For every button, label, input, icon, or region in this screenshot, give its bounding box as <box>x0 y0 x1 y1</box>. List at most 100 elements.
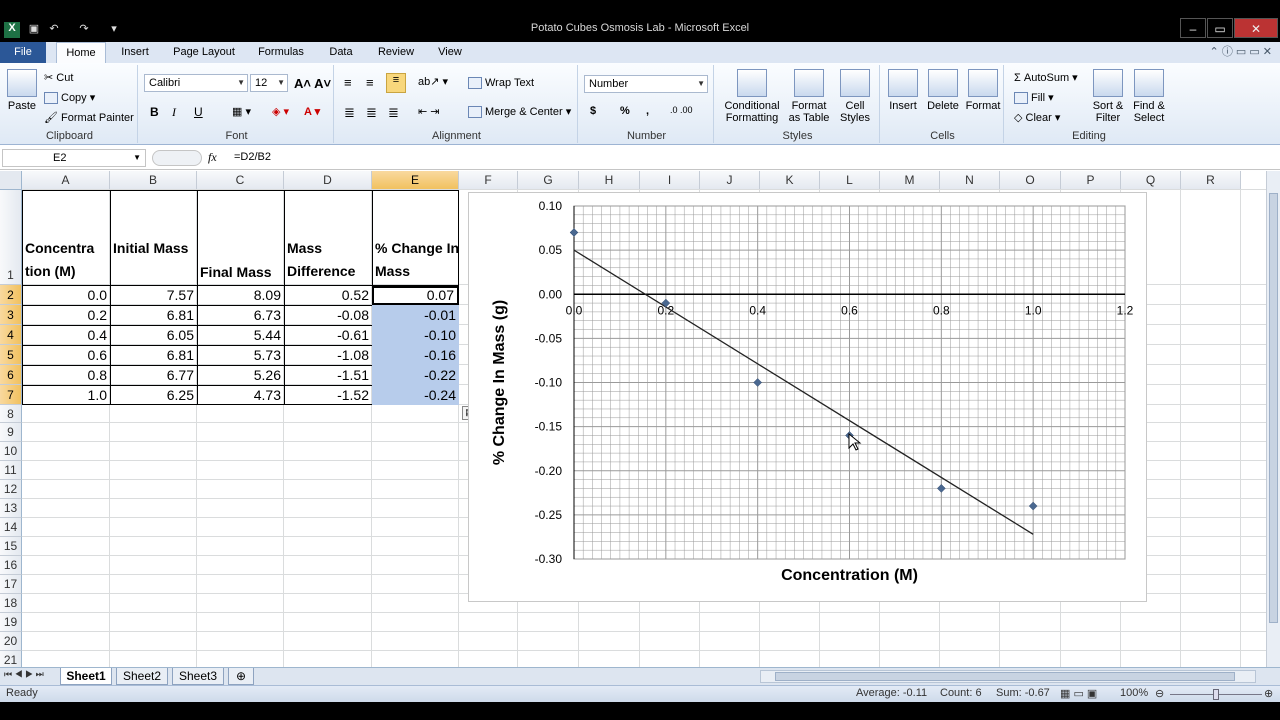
column-header-a[interactable]: A <box>22 171 110 190</box>
underline-button[interactable]: U <box>194 105 203 119</box>
align-bottom-icon[interactable]: ≡ <box>386 73 406 93</box>
sheet-tab-1[interactable]: Sheet1 <box>60 668 112 685</box>
maximize-button[interactable]: ▭ <box>1207 18 1233 38</box>
orientation-icon[interactable]: ab↗ ▾ <box>418 75 448 88</box>
row-header-15[interactable]: 15 <box>0 537 22 556</box>
format-painter-button[interactable]: 🖌 Format Painter <box>44 111 134 124</box>
data-cell[interactable]: 6.73 <box>197 306 284 325</box>
column-header-d[interactable]: D <box>284 171 372 190</box>
data-cell[interactable]: -0.16 <box>372 346 459 365</box>
column-header-m[interactable]: M <box>880 171 940 190</box>
data-cell[interactable]: 6.77 <box>110 366 197 385</box>
row-header-5[interactable]: 5 <box>0 345 22 365</box>
percent-button[interactable]: % <box>620 105 630 117</box>
data-cell[interactable]: 6.81 <box>110 306 197 325</box>
cut-button[interactable]: ✂ Cut <box>44 71 73 84</box>
row-header-21[interactable]: 21 <box>0 651 22 667</box>
format-as-table-button[interactable]: Format as Table <box>786 69 832 124</box>
bold-button[interactable]: B <box>150 105 159 119</box>
column-header-l[interactable]: L <box>820 171 880 190</box>
insert-cells-button[interactable]: Insert <box>884 69 922 112</box>
row-header-14[interactable]: 14 <box>0 518 22 537</box>
row-header-11[interactable]: 11 <box>0 461 22 480</box>
column-header-n[interactable]: N <box>940 171 1000 190</box>
column-header-j[interactable]: J <box>700 171 760 190</box>
zoom-in-icon[interactable]: ⊕ <box>1264 687 1273 700</box>
zoom-out-icon[interactable]: ⊖ <box>1155 687 1164 700</box>
row-header-18[interactable]: 18 <box>0 594 22 613</box>
font-color-icon[interactable]: A ▾ <box>304 105 320 118</box>
data-cell[interactable]: 5.26 <box>197 366 284 385</box>
sheet-tab-3[interactable]: Sheet3 <box>172 668 224 685</box>
wrap-text-button[interactable]: Wrap Text <box>468 77 534 90</box>
grow-font-button[interactable]: A˄ A˅ <box>294 76 331 91</box>
tab-insert[interactable]: Insert <box>114 42 156 63</box>
row-header-13[interactable]: 13 <box>0 499 22 518</box>
data-cell[interactable]: 5.73 <box>197 346 284 365</box>
tab-file[interactable]: File <box>0 42 46 63</box>
header-cell-d[interactable]: Mass Difference <box>284 237 372 284</box>
row-header-3[interactable]: 3 <box>0 305 22 325</box>
data-cell[interactable]: 7.57 <box>110 286 197 305</box>
header-cell-e[interactable]: % Change In Mass <box>372 237 459 284</box>
align-left-icon[interactable]: ≣ <box>344 105 355 121</box>
column-header-c[interactable]: C <box>197 171 284 190</box>
number-format-select[interactable]: Number ▼ <box>584 75 708 93</box>
align-middle-icon[interactable]: ≡ <box>366 75 374 90</box>
formula-input[interactable]: =D2/B2 <box>234 151 271 163</box>
formula-bar-handle[interactable] <box>152 150 202 166</box>
column-header-q[interactable]: Q <box>1121 171 1181 190</box>
ribbon-window-controls[interactable]: ⌃ ⓘ ▭ ▭ ✕ <box>1180 42 1276 63</box>
row-header-7[interactable]: 7 <box>0 385 22 405</box>
data-cell[interactable]: 0.0 <box>22 286 110 305</box>
data-cell[interactable]: -0.01 <box>372 306 459 325</box>
delete-cells-button[interactable]: Delete <box>924 69 962 112</box>
data-cell[interactable]: 0.4 <box>22 326 110 345</box>
minimize-button[interactable]: – <box>1180 18 1206 38</box>
align-top-icon[interactable]: ≡ <box>344 75 352 90</box>
row-header-9[interactable]: 9 <box>0 423 22 442</box>
chart-area[interactable]: 0.0 0.2 0.4 0.6 0.8 1.0 1.2 0.10 0.05 0.00 -0.05 -0… <box>468 192 1147 602</box>
data-cell[interactable]: -0.24 <box>372 386 459 405</box>
header-cell-b[interactable]: Initial Mass <box>110 237 197 284</box>
name-box[interactable]: E2 ▼ <box>2 149 146 167</box>
header-cell-a[interactable]: Concentra tion (M) <box>22 237 110 284</box>
tab-review[interactable]: Review <box>372 42 420 63</box>
copy-button[interactable]: Copy ▾ <box>44 91 95 105</box>
data-cell[interactable]: 6.05 <box>110 326 197 345</box>
clear-button[interactable]: ◇ Clear ▾ <box>1014 111 1060 124</box>
data-cell[interactable]: -1.51 <box>284 366 372 385</box>
conditional-formatting-button[interactable]: Conditional Formatting <box>720 69 784 124</box>
row-header-12[interactable]: 12 <box>0 480 22 499</box>
row-header-19[interactable]: 19 <box>0 613 22 632</box>
row-header-4[interactable]: 4 <box>0 325 22 345</box>
row-header-16[interactable]: 16 <box>0 556 22 575</box>
horizontal-scrollbar[interactable] <box>760 670 1256 683</box>
scroll-thumb[interactable] <box>1269 193 1278 623</box>
column-header-i[interactable]: I <box>640 171 700 190</box>
zoom-level[interactable]: 100% <box>1120 687 1148 699</box>
font-size-select[interactable]: 12 ▼ <box>250 74 288 92</box>
data-cell[interactable]: 0.6 <box>22 346 110 365</box>
comma-button[interactable]: , <box>646 105 649 117</box>
sort-filter-button[interactable]: Sort & Filter <box>1090 69 1126 124</box>
data-cell[interactable]: -1.08 <box>284 346 372 365</box>
select-all-corner[interactable] <box>0 171 22 190</box>
align-center-icon[interactable]: ≣ <box>366 105 377 121</box>
borders-icon[interactable]: ▦ ▾ <box>232 105 251 118</box>
data-cell[interactable]: -0.08 <box>284 306 372 325</box>
find-select-button[interactable]: Find & Select <box>1130 69 1168 124</box>
data-cell[interactable]: -1.52 <box>284 386 372 405</box>
row-header-2[interactable]: 2 <box>0 285 22 305</box>
data-cell[interactable]: 6.81 <box>110 346 197 365</box>
data-cell[interactable]: -0.61 <box>284 326 372 345</box>
row-header-8[interactable]: 8 <box>0 405 22 423</box>
row-header-10[interactable]: 10 <box>0 442 22 461</box>
column-header-k[interactable]: K <box>760 171 820 190</box>
row-header-17[interactable]: 17 <box>0 575 22 594</box>
data-cell[interactable]: -0.22 <box>372 366 459 385</box>
sheet-tab-2[interactable]: Sheet2 <box>116 668 168 685</box>
zoom-slider-thumb[interactable] <box>1213 689 1219 700</box>
paste-button[interactable]: Paste <box>6 69 38 112</box>
column-header-h[interactable]: H <box>579 171 640 190</box>
